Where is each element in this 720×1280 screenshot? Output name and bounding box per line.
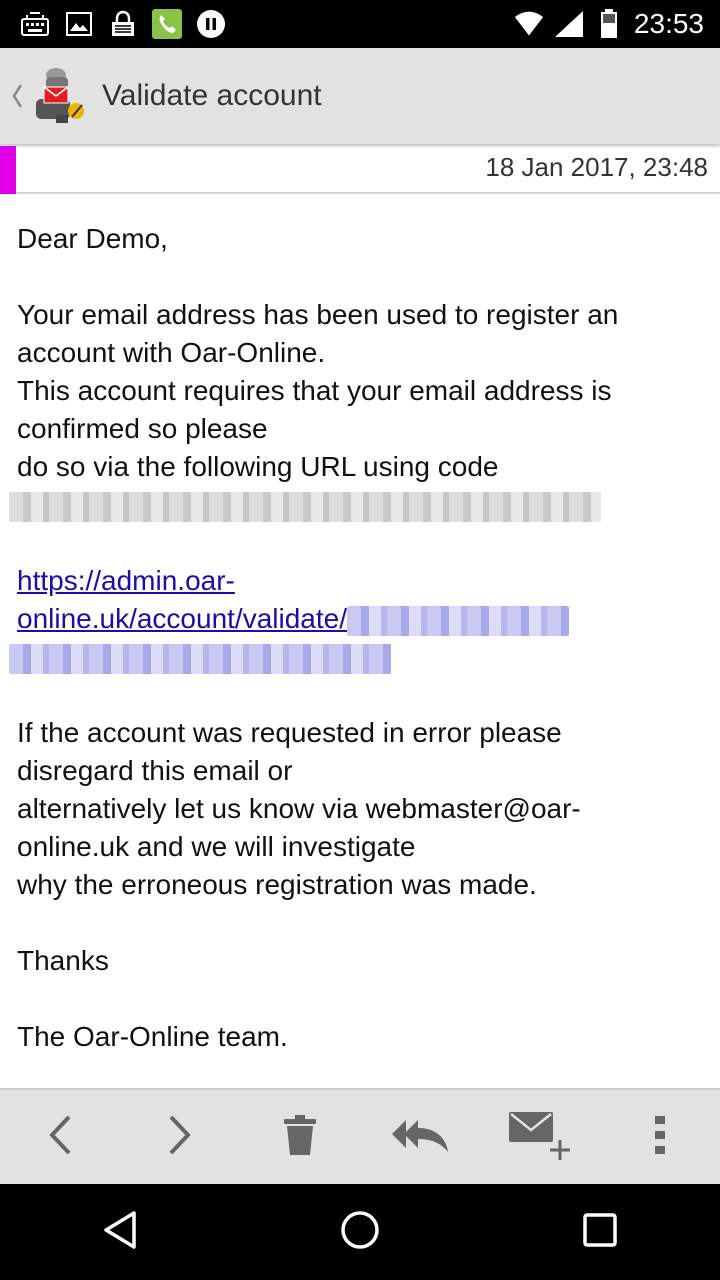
body-line: account with Oar-Online. bbox=[17, 337, 326, 368]
compose-icon bbox=[508, 1108, 572, 1166]
body-line: Your email address has been used to regi… bbox=[17, 299, 619, 330]
back-icon bbox=[102, 1210, 138, 1254]
next-button[interactable] bbox=[120, 1089, 240, 1185]
redacted-link-token[interactable] bbox=[347, 605, 569, 636]
greeting: Dear Demo, bbox=[17, 223, 168, 254]
status-bar: 23:53 bbox=[0, 0, 720, 48]
home-icon bbox=[340, 1210, 380, 1254]
body-line: online.uk and we will investigate bbox=[17, 831, 416, 862]
nav-home-button[interactable] bbox=[300, 1184, 420, 1280]
vpn-lock-icon bbox=[108, 9, 138, 39]
nav-back-button[interactable] bbox=[60, 1184, 180, 1280]
previous-button[interactable] bbox=[0, 1089, 120, 1185]
battery-icon bbox=[594, 9, 624, 39]
app-logo-icon[interactable] bbox=[32, 65, 88, 127]
validation-link[interactable]: https://admin.oar- bbox=[17, 562, 707, 600]
redacted-link-token[interactable] bbox=[9, 638, 707, 676]
reply-all-icon bbox=[390, 1116, 450, 1158]
page-title: Validate account bbox=[102, 79, 322, 112]
reply-all-button[interactable] bbox=[360, 1089, 480, 1185]
message-toolbar bbox=[0, 1088, 720, 1184]
recents-icon bbox=[582, 1212, 618, 1252]
email-body: Dear Demo, Your email address has been u… bbox=[9, 220, 707, 1056]
validation-link[interactable]: online.uk/account/validate/ bbox=[17, 600, 707, 638]
up-chevron-icon[interactable] bbox=[6, 82, 28, 110]
overflow-menu-icon bbox=[654, 1115, 666, 1159]
body-line: This account requires that your email ad… bbox=[17, 375, 612, 406]
keyboard-icon bbox=[20, 9, 50, 39]
signature: The Oar-Online team. bbox=[17, 1021, 288, 1052]
delete-button[interactable] bbox=[240, 1089, 360, 1185]
validation-link-line-2[interactable]: online.uk/account/validate/ bbox=[17, 603, 347, 634]
body-line: If the account was requested in error pl… bbox=[17, 717, 562, 748]
wifi-icon bbox=[514, 9, 544, 39]
body-line: why the erroneous registration was made. bbox=[17, 869, 537, 900]
signal-icon bbox=[554, 9, 584, 39]
redacted-code bbox=[9, 486, 707, 524]
phone-icon bbox=[152, 9, 182, 39]
account-color-strip bbox=[0, 146, 16, 194]
system-nav-bar bbox=[0, 1184, 720, 1280]
delete-icon bbox=[283, 1114, 317, 1160]
next-icon bbox=[167, 1114, 193, 1160]
body-line: alternatively let us know via webmaster@… bbox=[17, 793, 581, 824]
body-line: disregard this email or bbox=[17, 755, 293, 786]
status-time: 23:53 bbox=[633, 8, 704, 39]
body-line: confirmed so please bbox=[17, 413, 268, 444]
compose-button[interactable] bbox=[480, 1089, 600, 1185]
closing: Thanks bbox=[17, 945, 109, 976]
overflow-menu-button[interactable] bbox=[600, 1089, 720, 1185]
previous-icon bbox=[47, 1114, 73, 1160]
pause-icon bbox=[196, 9, 226, 39]
body-line: do so via the following URL using code bbox=[17, 451, 499, 482]
nav-recents-button[interactable] bbox=[540, 1184, 660, 1280]
email-header: 18 Jan 2017, 23:48 bbox=[0, 146, 720, 194]
image-icon bbox=[64, 9, 94, 39]
validation-link-line-1[interactable]: https://admin.oar- bbox=[17, 565, 235, 596]
email-date: 18 Jan 2017, 23:48 bbox=[485, 152, 708, 182]
action-bar: Validate account bbox=[0, 48, 720, 144]
